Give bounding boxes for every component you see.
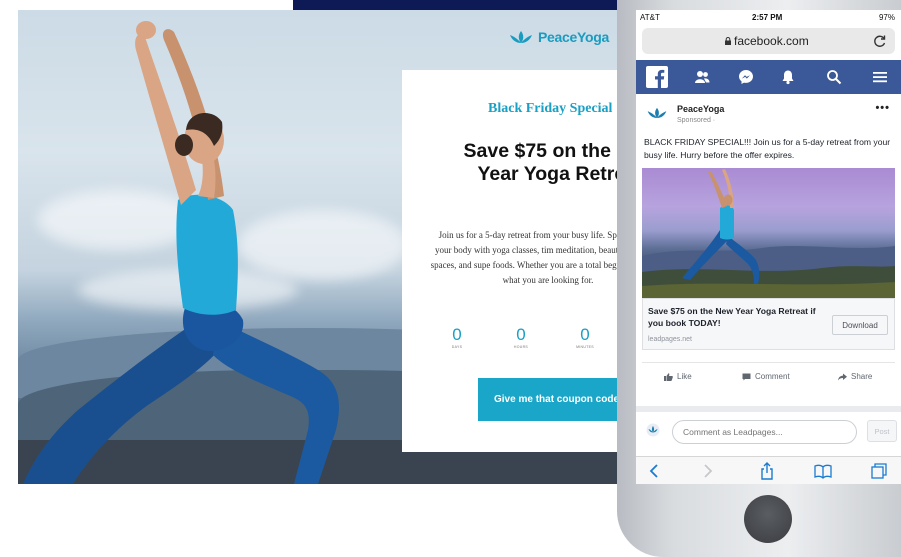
countdown-days: 0 DAYS xyxy=(442,325,472,350)
sponsored-label: Sponsored · xyxy=(677,117,716,124)
download-button[interactable]: Download xyxy=(832,315,888,335)
post-header: PeaceYoga Sponsored · ••• xyxy=(644,102,894,130)
countdown-label: HOURS xyxy=(513,345,529,349)
lotus-logo-icon xyxy=(510,31,532,43)
battery-percent: 97% xyxy=(878,13,895,22)
comment-button[interactable]: Comment xyxy=(742,372,790,381)
share-arrow-icon xyxy=(838,373,847,380)
menu-icon[interactable] xyxy=(872,69,888,85)
share-sheet-icon[interactable] xyxy=(758,462,776,480)
page-avatar-lotus-icon[interactable] xyxy=(646,106,668,120)
address-bar[interactable]: facebook.com xyxy=(642,28,895,54)
share-label: Share xyxy=(851,372,873,381)
yoga-woman-image xyxy=(23,21,339,484)
like-button[interactable]: Like xyxy=(664,372,692,381)
facebook-logo-icon[interactable] xyxy=(646,66,668,88)
countdown-timer: 0 DAYS 0 HOURS 0 MINUTES xyxy=(442,326,642,356)
post-actions: Like Comment Share xyxy=(642,362,895,392)
comment-input[interactable] xyxy=(672,420,857,444)
link-domain: leadpages.net xyxy=(648,336,692,343)
back-icon[interactable] xyxy=(646,462,664,480)
promo-label: Black Friday Special xyxy=(488,101,613,116)
comment-icon xyxy=(742,373,751,380)
tabs-icon[interactable] xyxy=(870,462,888,480)
countdown-value: 0 xyxy=(516,325,526,344)
share-button[interactable]: Share xyxy=(838,372,872,381)
countdown-value: 0 xyxy=(580,325,590,344)
browser-toolbar xyxy=(636,456,901,484)
countdown-value: 0 xyxy=(452,325,462,344)
brand-name: PeaceYoga xyxy=(538,29,609,45)
home-button[interactable] xyxy=(744,495,792,543)
search-icon[interactable] xyxy=(826,69,842,85)
countdown-label: MINUTES xyxy=(576,345,594,349)
comment-composer: Post xyxy=(636,406,901,444)
carrier-label: AT&T xyxy=(640,13,660,22)
yoga-ad-photo xyxy=(642,169,895,298)
facebook-nav-bar xyxy=(636,60,901,94)
brand-logo[interactable]: PeaceYoga xyxy=(508,29,609,45)
post-text: BLACK FRIDAY SPECIAL!!! Join us for a 5-… xyxy=(644,137,891,160)
post-options-button[interactable]: ••• xyxy=(875,102,890,114)
lock-icon xyxy=(725,37,731,45)
like-label: Like xyxy=(677,372,692,381)
countdown-label: DAYS xyxy=(451,345,463,349)
phone-screen: AT&T 2:57 PM 97% facebook.com PeaceYoga … xyxy=(636,10,901,484)
status-bar: AT&T 2:57 PM 97% xyxy=(636,10,901,26)
composite-stage: PeaceYoga Black Friday Special Save $75 … xyxy=(0,0,901,557)
commenter-avatar-icon xyxy=(646,423,660,437)
url-text: facebook.com xyxy=(734,34,809,48)
post-comment-button[interactable]: Post xyxy=(867,420,897,442)
countdown-hours: 0 HOURS xyxy=(506,325,536,350)
post-image[interactable] xyxy=(642,168,895,298)
messenger-icon[interactable] xyxy=(738,69,754,85)
friends-icon[interactable] xyxy=(694,69,710,85)
forward-icon[interactable] xyxy=(698,462,716,480)
bookmarks-icon[interactable] xyxy=(814,462,832,480)
phone-device: AT&T 2:57 PM 97% facebook.com PeaceYoga … xyxy=(617,0,901,557)
comment-label: Comment xyxy=(755,372,790,381)
notifications-icon[interactable] xyxy=(780,69,796,85)
thumbs-up-icon xyxy=(664,372,673,381)
countdown-minutes: 0 MINUTES xyxy=(570,325,600,350)
post-page-name[interactable]: PeaceYoga xyxy=(677,104,724,114)
link-preview[interactable]: Save $75 on the New Year Yoga Retreat if… xyxy=(642,298,895,350)
reload-icon[interactable] xyxy=(873,34,887,48)
link-title[interactable]: Save $75 on the New Year Yoga Retreat if… xyxy=(648,305,828,329)
clock: 2:57 PM xyxy=(752,13,783,22)
